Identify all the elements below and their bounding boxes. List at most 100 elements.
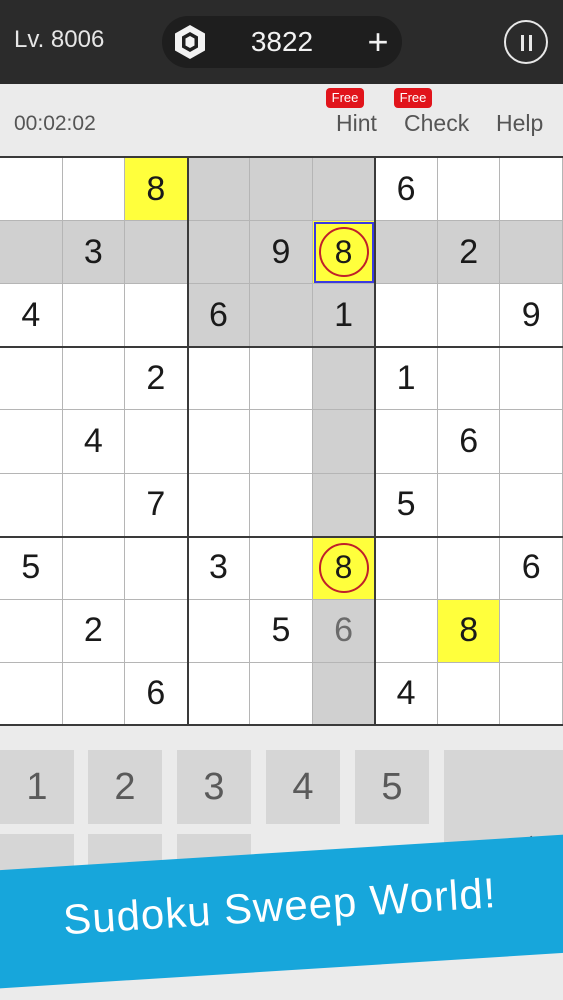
sudoku-cell[interactable] [125, 221, 188, 285]
sudoku-cell[interactable] [0, 599, 63, 663]
sudoku-cell[interactable] [375, 284, 438, 348]
cell-digit: 4 [83, 421, 103, 460]
sudoku-cell[interactable] [0, 662, 63, 726]
sudoku-cell[interactable] [0, 347, 63, 411]
sudoku-cell[interactable]: 6 [187, 284, 251, 348]
sudoku-cell[interactable]: 6 [375, 158, 438, 222]
sudoku-cell[interactable]: 1 [312, 284, 376, 348]
sudoku-cell[interactable]: 9 [250, 221, 313, 285]
sudoku-cell[interactable] [187, 662, 251, 726]
sudoku-cell[interactable] [125, 410, 188, 474]
sudoku-cell[interactable] [187, 473, 251, 537]
sudoku-cell[interactable] [437, 284, 501, 348]
sudoku-cell[interactable] [250, 158, 313, 222]
sudoku-cell[interactable]: 8 [125, 158, 188, 222]
sudoku-cell[interactable] [0, 158, 63, 222]
sudoku-cell[interactable] [250, 410, 313, 474]
sudoku-cell[interactable] [437, 158, 501, 222]
sudoku-cell[interactable] [312, 410, 376, 474]
sudoku-cell[interactable] [187, 221, 251, 285]
sudoku-cell[interactable] [375, 536, 438, 600]
sudoku-cell[interactable]: 5 [250, 599, 313, 663]
sudoku-cell[interactable]: 9 [500, 284, 563, 348]
sudoku-cell[interactable] [312, 347, 376, 411]
sudoku-cell[interactable] [437, 347, 501, 411]
sudoku-cell[interactable] [125, 536, 188, 600]
number-button-2[interactable]: 2 [88, 750, 162, 824]
sudoku-cell[interactable] [62, 284, 126, 348]
sudoku-cell[interactable] [437, 473, 501, 537]
sudoku-cell[interactable]: 3 [62, 221, 126, 285]
sudoku-cell[interactable] [312, 158, 376, 222]
help-button[interactable]: Help [496, 110, 543, 137]
pause-button[interactable] [504, 20, 548, 64]
sudoku-cell[interactable] [375, 410, 438, 474]
cell-digit: 9 [521, 295, 541, 334]
sudoku-cell[interactable] [375, 221, 438, 285]
coin-balance[interactable]: 3822 + [162, 16, 402, 68]
sudoku-cell[interactable]: 5 [375, 473, 438, 537]
sudoku-cell[interactable] [62, 473, 126, 537]
number-button-4[interactable]: 4 [266, 750, 340, 824]
sudoku-cell[interactable] [125, 599, 188, 663]
sudoku-cell[interactable] [62, 662, 126, 726]
sudoku-cell[interactable]: 4 [0, 284, 63, 348]
sudoku-cell[interactable]: 8 [437, 599, 501, 663]
add-coins-button[interactable]: + [358, 20, 398, 64]
sudoku-cell[interactable]: 5 [0, 536, 63, 600]
sudoku-cell[interactable] [187, 410, 251, 474]
cell-digit: 6 [146, 674, 166, 713]
sudoku-cell[interactable] [500, 347, 563, 411]
number-button-3[interactable]: 3 [177, 750, 251, 824]
sudoku-cell[interactable] [250, 473, 313, 537]
check-button[interactable]: Check [404, 110, 469, 137]
sudoku-cell[interactable] [500, 662, 563, 726]
sudoku-cell[interactable] [500, 158, 563, 222]
sudoku-cell[interactable]: 2 [437, 221, 501, 285]
sudoku-cell[interactable]: 4 [375, 662, 438, 726]
cell-digit: 6 [334, 611, 353, 650]
number-button-1[interactable]: 1 [0, 750, 74, 824]
sudoku-cell[interactable] [312, 473, 376, 537]
sudoku-cell[interactable] [250, 536, 313, 600]
hint-button[interactable]: Hint [336, 110, 377, 137]
sudoku-cell[interactable] [187, 347, 251, 411]
sudoku-cell[interactable] [250, 662, 313, 726]
sudoku-cell[interactable]: 8 [312, 221, 376, 285]
sudoku-cell[interactable] [250, 284, 313, 348]
sudoku-cell[interactable]: 3 [187, 536, 251, 600]
sudoku-cell[interactable] [500, 473, 563, 537]
sudoku-cell[interactable]: 4 [62, 410, 126, 474]
sudoku-cell[interactable] [62, 158, 126, 222]
sudoku-cell[interactable]: 6 [500, 536, 563, 600]
sudoku-cell[interactable]: 6 [125, 662, 188, 726]
sudoku-cell[interactable] [500, 599, 563, 663]
sudoku-cell[interactable] [0, 221, 63, 285]
sudoku-cell[interactable] [437, 662, 501, 726]
hint-free-badge: Free [326, 88, 364, 108]
sudoku-cell[interactable] [125, 284, 188, 348]
sudoku-cell[interactable]: 2 [125, 347, 188, 411]
cell-digit: 6 [459, 421, 479, 460]
sudoku-cell[interactable]: 7 [125, 473, 188, 537]
sudoku-cell[interactable] [62, 536, 126, 600]
sudoku-cell[interactable] [500, 221, 563, 285]
sudoku-cell[interactable]: 6 [312, 599, 376, 663]
sudoku-cell[interactable] [375, 599, 438, 663]
sudoku-cell[interactable] [312, 662, 376, 726]
sudoku-cell[interactable] [187, 599, 251, 663]
sudoku-cell[interactable] [0, 410, 63, 474]
cell-digit: 6 [208, 295, 228, 334]
sudoku-cell[interactable]: 8 [312, 536, 376, 600]
sudoku-cell[interactable]: 6 [437, 410, 501, 474]
number-button-5[interactable]: 5 [355, 750, 429, 824]
sudoku-cell[interactable] [0, 473, 63, 537]
sudoku-cell[interactable]: 2 [62, 599, 126, 663]
sudoku-cell[interactable] [500, 410, 563, 474]
sudoku-cell[interactable] [187, 158, 251, 222]
sudoku-cell[interactable]: 1 [375, 347, 438, 411]
sudoku-cell[interactable] [62, 347, 126, 411]
box-divider [0, 346, 563, 349]
sudoku-cell[interactable] [437, 536, 501, 600]
sudoku-cell[interactable] [250, 347, 313, 411]
